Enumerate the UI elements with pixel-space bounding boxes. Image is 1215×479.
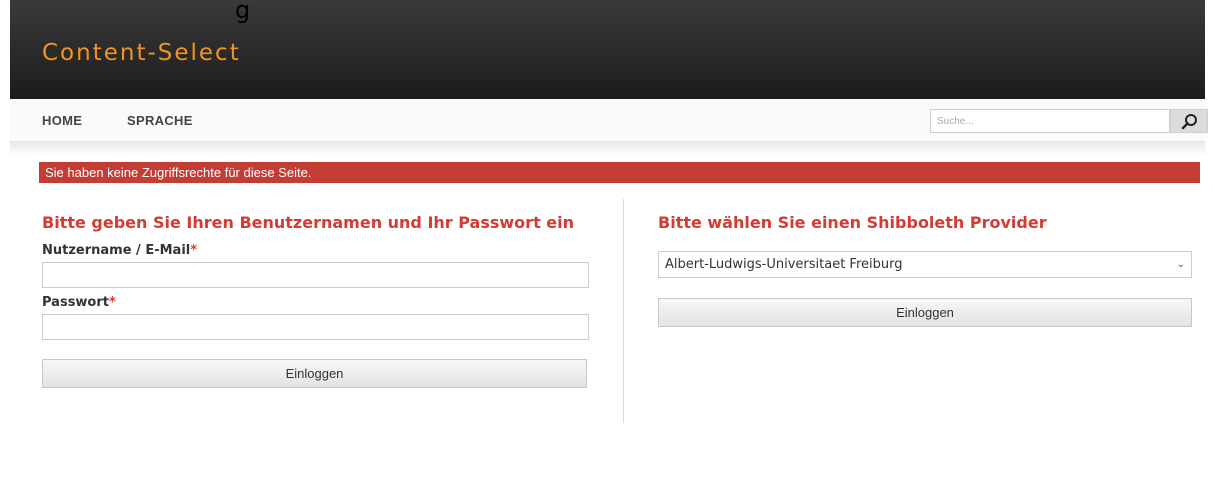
access-error-alert: Sie haben keine Zugriffsrechte für diese… <box>39 162 1200 183</box>
password-label: Passwort* <box>42 295 589 310</box>
clipped-top-text: g <box>235 0 251 24</box>
site-logo[interactable]: Content-Select <box>42 40 241 66</box>
main-navigation: HOME SPRACHE <box>10 99 1208 142</box>
required-marker: * <box>190 243 198 258</box>
nav-home-link[interactable]: HOME <box>42 113 82 128</box>
username-label-text: Nutzername / E-Mail <box>42 243 191 258</box>
username-label: Nutzername / E-Mail* <box>42 243 589 258</box>
provider-selected-value: Albert-Ludwigs-Universitaet Freiburg <box>665 257 903 272</box>
column-divider <box>623 199 624 423</box>
username-field[interactable] <box>42 262 589 288</box>
required-marker: * <box>109 295 116 310</box>
login-form: Bitte geben Sie Ihren Benutzernamen und … <box>42 213 589 388</box>
shibboleth-form: Bitte wählen Sie einen Shibboleth Provid… <box>658 213 1192 327</box>
password-label-text: Passwort <box>42 295 109 310</box>
password-field[interactable] <box>42 314 589 340</box>
chevron-down-icon: ⌄ <box>1176 259 1185 270</box>
search-icon <box>1181 114 1197 130</box>
nav-language-link[interactable]: SPRACHE <box>127 113 193 128</box>
login-heading: Bitte geben Sie Ihren Benutzernamen und … <box>42 213 575 232</box>
search-input[interactable] <box>930 109 1170 133</box>
nav-shadow <box>10 142 1205 156</box>
search-button[interactable] <box>1170 109 1208 133</box>
login-submit-button[interactable]: Einloggen <box>42 359 587 388</box>
shibboleth-submit-button[interactable]: Einloggen <box>658 298 1192 327</box>
shibboleth-heading: Bitte wählen Sie einen Shibboleth Provid… <box>658 213 1047 232</box>
site-header: g Content-Select <box>10 0 1205 99</box>
provider-select[interactable]: Albert-Ludwigs-Universitaet Freiburg ⌄ <box>658 251 1192 278</box>
